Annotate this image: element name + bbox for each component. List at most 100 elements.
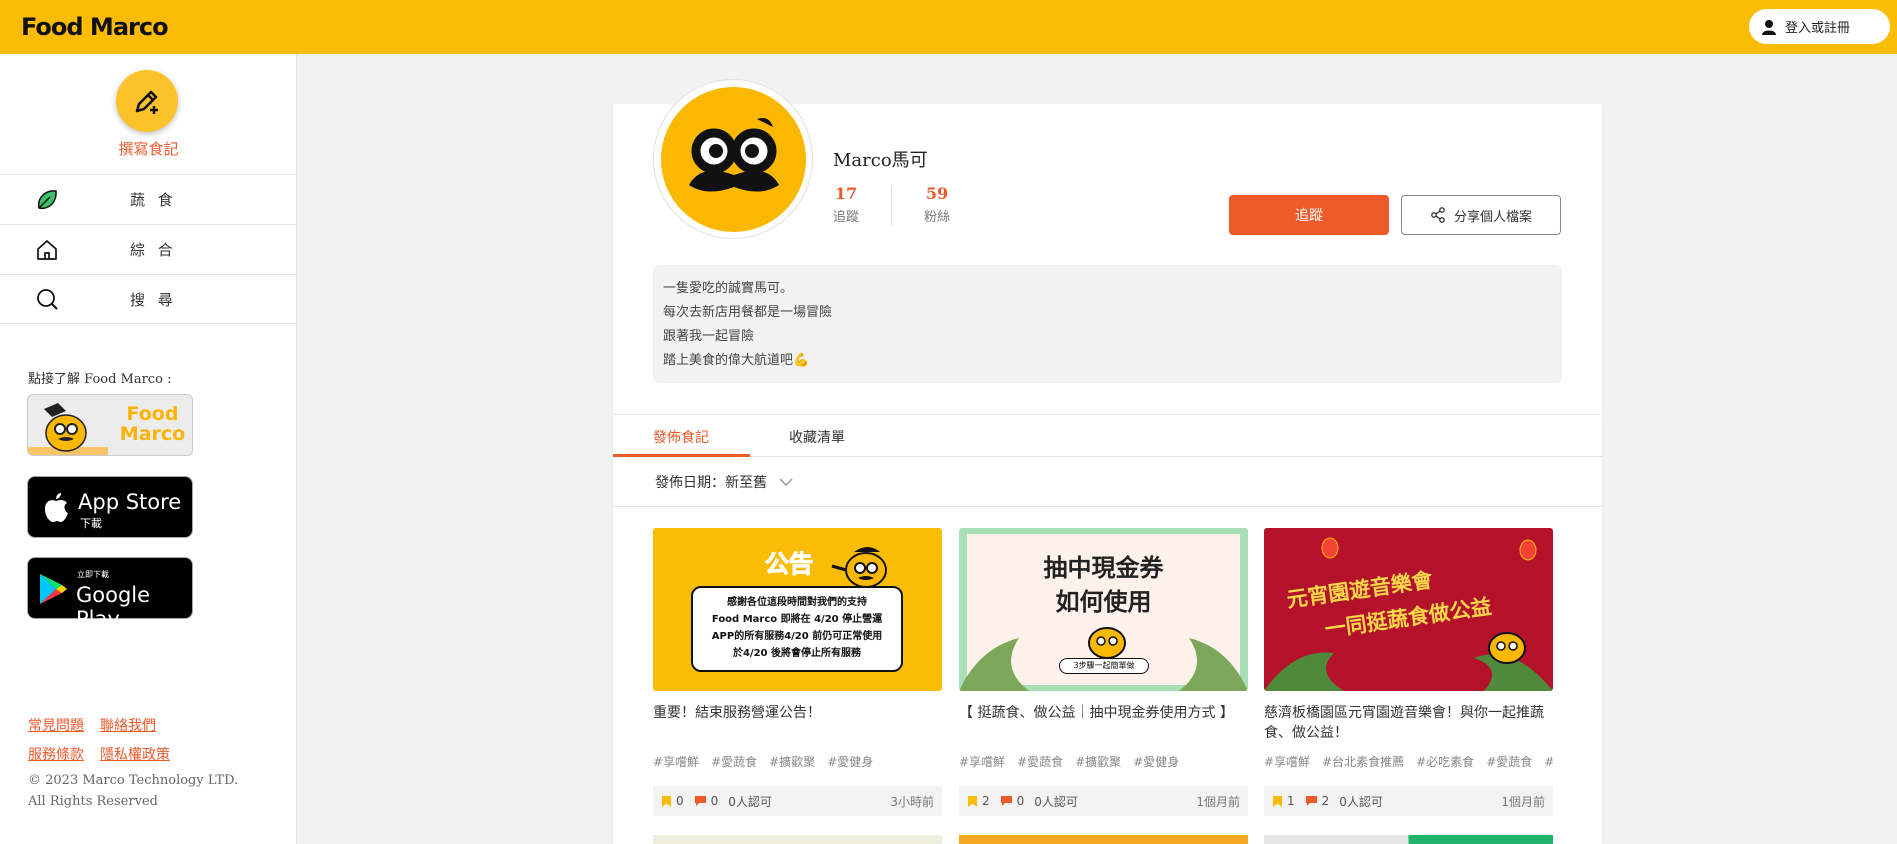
post-card-peek[interactable] — [959, 835, 1248, 844]
footer-links: 常見問題 聯絡我們 服務條款 隱私權政策 — [28, 712, 186, 770]
active-tab-indicator — [613, 454, 750, 457]
mascot-icon — [688, 117, 779, 192]
bookmark-icon[interactable] — [967, 795, 978, 808]
following-stat[interactable]: 17 追蹤 — [816, 184, 876, 225]
tag[interactable]: #擴歡聚 — [769, 755, 815, 769]
badge-text: Food Marco — [119, 403, 186, 445]
copyright: © 2023 Marco Technology LTD. All Rights … — [28, 770, 238, 812]
post-card[interactable]: 公告 感謝各位這段時間對我們的支持 Food Marco 即將在 4/20 停止… — [653, 528, 942, 816]
save-count: 0 — [676, 794, 684, 808]
post-title[interactable]: 【 挺蔬食、做公益｜抽中現金券使用方式 】 — [959, 703, 1248, 745]
tab-favorites[interactable]: 收藏清單 — [789, 427, 845, 447]
login-button[interactable]: 登入或註冊 — [1749, 9, 1890, 44]
post-card[interactable]: 元宵園遊音樂會 一同挺蔬食做公益 慈濟板橋園區元宵園遊音樂會！與你一起推蔬食、做… — [1264, 528, 1553, 816]
mascot-icon — [28, 403, 108, 455]
post-thumbnail[interactable]: 元宵園遊音樂會 一同挺蔬食做公益 — [1264, 528, 1553, 691]
post-card[interactable]: 抽中現金券 如何使用 3步驟一起簡單做 【 挺蔬食、做公益｜抽中現金券使用方式 … — [959, 528, 1248, 816]
terms-link[interactable]: 服務條款 — [28, 747, 84, 763]
tag[interactable]: #愛蔬食 — [1486, 755, 1532, 769]
tag[interactable]: #愛蔬食 — [711, 755, 757, 769]
tag[interactable]: #享嚐鮮 — [653, 755, 699, 769]
follow-button[interactable]: 追蹤 — [1229, 195, 1389, 235]
logo[interactable]: Food Marco — [21, 13, 169, 41]
google-play-button[interactable]: 立即下載 Google Play — [27, 557, 193, 631]
privacy-link[interactable]: 隱私權政策 — [100, 747, 170, 763]
tab-published[interactable]: 發佈食記 — [653, 427, 709, 447]
google-play-icon — [40, 574, 67, 604]
post-title[interactable]: 重要！結束服務營運公告！ — [653, 703, 942, 745]
sidebar-item-label: 搜 尋 — [130, 290, 177, 309]
food-marco-badge[interactable]: Food Marco — [27, 394, 193, 456]
sidebar-item-search[interactable]: 搜 尋 — [0, 274, 297, 324]
post-footer: 2 0 0人認可 1個月前 — [959, 786, 1248, 816]
contact-link[interactable]: 聯絡我們 — [100, 718, 156, 734]
stat-divider — [891, 186, 892, 226]
post-time: 3小時前 — [890, 794, 934, 809]
comment-icon[interactable] — [1000, 795, 1013, 807]
tag[interactable]: #愛健身 — [1133, 755, 1179, 769]
tag[interactable]: #必吃素食 — [1416, 755, 1474, 769]
post-tags: #享嚐鮮 #台北素食推薦 #必吃素食 #愛蔬食 #… — [1264, 753, 1553, 770]
tag[interactable]: #享嚐鮮 — [1264, 755, 1310, 769]
post-time: 1個月前 — [1501, 794, 1545, 809]
bio-line: 踏上美食的偉大航道吧💪 — [663, 353, 810, 368]
sidebar-nav: 蔬 食 綜 合 搜 尋 — [0, 174, 297, 324]
post-card-peek[interactable] — [1264, 835, 1553, 844]
post-title[interactable]: 慈濟板橋園區元宵園遊音樂會！與你一起推蔬食、做公益！ — [1264, 703, 1553, 745]
posts-section: 發佈食記 收藏清單 發佈日期：新至舊 公告 感謝各位這段時間對我們的支持 Foo… — [613, 415, 1602, 844]
google-play-label: Google Play — [76, 583, 151, 631]
share-profile-button[interactable]: 分享個人檔案 — [1401, 195, 1561, 235]
post-thumbnail[interactable]: 抽中現金券 如何使用 3步驟一起簡單做 — [959, 528, 1248, 691]
bio-line: 每次去新店用餐都是一場冒險 — [663, 305, 833, 320]
tag[interactable]: #台北素食推薦 — [1322, 755, 1404, 769]
mascot-avatar — [660, 86, 806, 232]
post-card-peek[interactable] — [653, 835, 942, 844]
tag[interactable]: #愛蔬食 — [1017, 755, 1063, 769]
divider — [613, 506, 1602, 507]
bookmark-icon[interactable] — [661, 795, 672, 808]
bio-line: 跟著我一起冒險 — [663, 329, 755, 344]
profile-card: Marco馬可 17 追蹤 59 粉絲 追蹤 分享個人檔案 一隻愛吃的誠實馬可。… — [613, 79, 1602, 414]
share-icon — [1431, 207, 1445, 223]
post-tags: #享嚐鮮 #愛蔬食 #擴歡聚 #愛健身 — [653, 753, 942, 770]
sort-dropdown[interactable]: 發佈日期：新至舊 — [655, 472, 793, 492]
bookmark-icon[interactable] — [1272, 795, 1283, 808]
app-store-button[interactable]: App Store 下載 — [27, 476, 193, 538]
comment-icon[interactable] — [694, 795, 707, 807]
leaf-icon — [35, 188, 59, 212]
like-count: 0人認可 — [1339, 794, 1383, 809]
write-review-button[interactable] — [116, 70, 178, 132]
like-count: 0人認可 — [1034, 794, 1078, 809]
tag[interactable]: #享嚐鮮 — [959, 755, 1005, 769]
avatar[interactable] — [653, 79, 813, 239]
sort-label: 發佈日期：新至舊 — [655, 475, 767, 491]
save-count: 1 — [1287, 794, 1295, 808]
sidebar-item-label: 蔬 食 — [130, 191, 177, 209]
tag[interactable]: #愛健身 — [827, 755, 873, 769]
write-review-label[interactable]: 撰寫食記 — [0, 138, 297, 159]
thumb-heading: 公告 — [765, 550, 814, 579]
thumb-tag: 3步驟一起簡單做 — [1059, 658, 1149, 674]
faq-link[interactable]: 常見問題 — [28, 718, 84, 734]
comment-count: 0 — [710, 794, 719, 808]
app-store-label: App Store — [78, 490, 182, 514]
sidebar: 撰寫食記 蔬 食 綜 合 搜 尋 點接了解 Food Marco : Food … — [0, 54, 297, 844]
pencil-icon — [135, 90, 158, 114]
sidebar-item-general[interactable]: 綜 合 — [0, 224, 297, 274]
followers-stat[interactable]: 59 粉絲 — [907, 184, 967, 225]
post-tags: #享嚐鮮 #愛蔬食 #擴歡聚 #愛健身 — [959, 753, 1248, 770]
announcement-line: 於4/20 後將會停止所有服務 — [732, 648, 861, 659]
comment-icon[interactable] — [1305, 795, 1318, 807]
top-bar: Food Marco 登入或註冊 — [0, 0, 1897, 54]
sidebar-item-vegetarian[interactable]: 蔬 食 — [0, 174, 297, 224]
sidebar-item-label: 綜 合 — [130, 241, 177, 259]
post-thumbnail[interactable]: 公告 感謝各位這段時間對我們的支持 Food Marco 即將在 4/20 停止… — [653, 528, 942, 691]
post-time: 1個月前 — [1196, 794, 1240, 809]
copyright-line: © 2023 Marco Technology LTD. — [28, 773, 239, 788]
tab-bar: 發佈食記 收藏清單 — [613, 415, 1602, 457]
chevron-down-icon — [779, 478, 793, 486]
home-icon — [35, 238, 59, 262]
tag[interactable]: #擴歡聚 — [1075, 755, 1121, 769]
tag[interactable]: #… — [1544, 755, 1553, 769]
app-store-sub: 下載 — [80, 517, 102, 530]
